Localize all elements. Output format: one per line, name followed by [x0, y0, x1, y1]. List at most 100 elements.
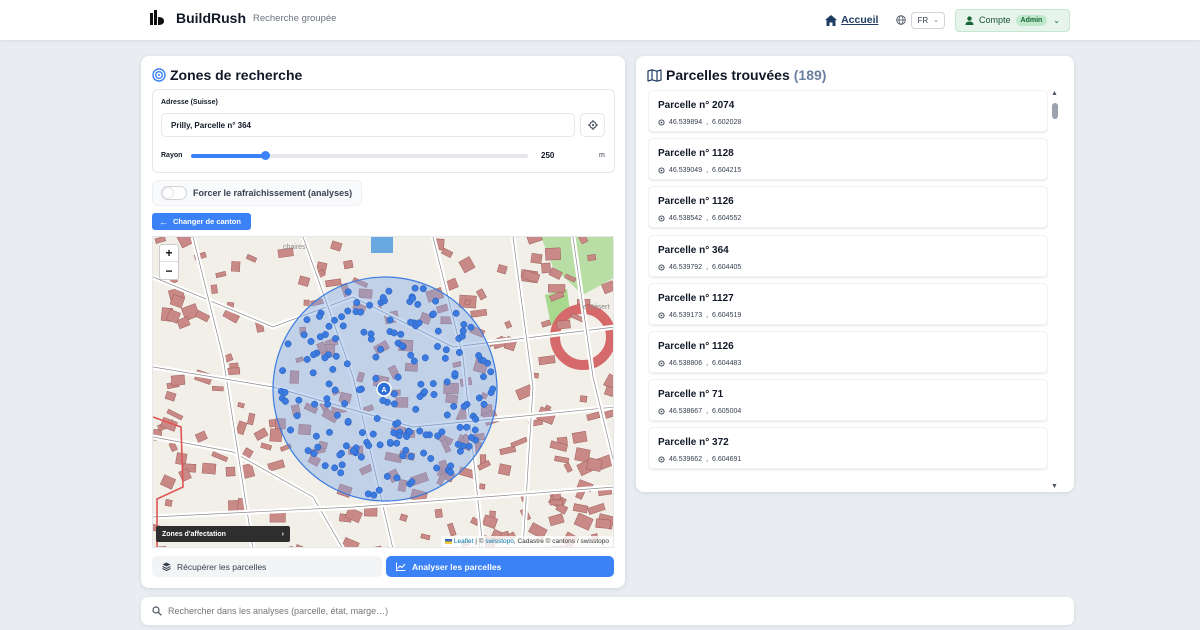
parcel-marker[interactable] — [397, 330, 405, 338]
parcel-marker[interactable] — [419, 285, 427, 293]
parcel-marker[interactable] — [344, 288, 352, 296]
parcel-marker[interactable] — [398, 342, 406, 350]
parcel-marker[interactable] — [303, 355, 311, 363]
parcel-card[interactable]: Parcelle n° 1128 46.539049, 6.604215 — [648, 138, 1048, 181]
parcel-marker[interactable] — [399, 452, 407, 460]
parcel-marker[interactable] — [480, 400, 488, 408]
parcel-marker[interactable] — [331, 316, 338, 324]
analyses-search-input[interactable] — [168, 606, 1048, 616]
leaflet-link[interactable]: Leaflet — [454, 538, 474, 545]
parcel-marker[interactable] — [420, 449, 428, 457]
parcel-marker[interactable] — [344, 307, 352, 315]
parcel-marker[interactable] — [372, 375, 380, 382]
parcel-marker[interactable] — [467, 434, 475, 441]
parcel-marker[interactable] — [365, 442, 373, 449]
parcel-marker[interactable] — [332, 352, 340, 360]
parcel-marker[interactable] — [383, 472, 391, 480]
parcel-marker[interactable] — [467, 323, 475, 331]
parcel-marker[interactable] — [429, 380, 437, 388]
parcel-marker[interactable] — [394, 419, 402, 427]
parcel-marker[interactable] — [416, 427, 424, 435]
parcel-marker[interactable] — [407, 351, 415, 359]
parcel-card[interactable]: Parcelle n° 2074 46.539894, 6.602028 — [648, 90, 1048, 132]
map-canvas[interactable]: A chaires e Désert — [153, 237, 614, 548]
parcel-marker[interactable] — [357, 453, 365, 461]
parcel-marker[interactable] — [377, 345, 385, 353]
parcel-marker[interactable] — [325, 380, 333, 388]
parcel-marker[interactable] — [434, 343, 441, 350]
parcel-marker[interactable] — [376, 441, 384, 449]
parcel-marker[interactable] — [442, 346, 450, 354]
parcel-marker[interactable] — [357, 308, 365, 316]
parcel-marker[interactable] — [407, 453, 415, 460]
parcel-marker[interactable] — [393, 474, 401, 482]
account-button[interactable]: Compte Admin ⌄ — [955, 8, 1070, 32]
parcel-marker[interactable] — [321, 331, 329, 338]
map[interactable]: A chaires e Désert + − Zones d'affectati… — [152, 236, 614, 548]
parcel-marker[interactable] — [430, 391, 438, 398]
parcel-marker[interactable] — [403, 433, 411, 440]
parcel-marker[interactable] — [390, 390, 398, 398]
radius-slider[interactable] — [191, 151, 528, 160]
parcel-marker[interactable] — [434, 327, 442, 335]
swisstopo-link[interactable]: swisstopo — [485, 538, 514, 545]
parcel-marker[interactable] — [331, 464, 339, 472]
parcel-marker[interactable] — [316, 312, 323, 320]
parcel-marker[interactable] — [415, 319, 423, 327]
parcel-marker[interactable] — [417, 380, 425, 388]
parcel-marker[interactable] — [310, 450, 318, 457]
parcel-marker[interactable] — [411, 284, 419, 292]
language-select[interactable]: FR ⌄ — [911, 11, 945, 29]
parcel-marker[interactable] — [459, 327, 467, 335]
parcel-marker[interactable] — [355, 386, 363, 394]
parcel-marker[interactable] — [475, 352, 483, 359]
parcel-marker[interactable] — [326, 428, 333, 436]
parcel-marker[interactable] — [447, 462, 455, 470]
parcel-card[interactable]: Parcelle n° 1126 46.538806, 6.604483 — [648, 330, 1048, 373]
parcel-marker[interactable] — [309, 369, 317, 377]
change-canton-button[interactable]: ← Changer de canton — [152, 213, 251, 230]
parcel-marker[interactable] — [307, 338, 315, 345]
parcel-card[interactable]: Parcelle n° 71 46.538667, 6.605004 — [648, 379, 1048, 422]
parcel-marker[interactable] — [407, 318, 415, 326]
parcel-marker[interactable] — [353, 299, 361, 307]
parcel-marker[interactable] — [372, 353, 380, 361]
parcel-marker[interactable] — [336, 451, 344, 459]
parcel-marker[interactable] — [409, 294, 417, 302]
parcel-marker[interactable] — [390, 329, 398, 337]
locate-button[interactable] — [580, 113, 605, 137]
parcel-marker[interactable] — [281, 397, 289, 405]
fetch-parcels-button[interactable]: Récupérer les parcelles — [152, 556, 382, 577]
parcel-marker[interactable] — [447, 468, 455, 476]
parcel-marker[interactable] — [331, 386, 339, 394]
parcel-marker[interactable] — [300, 331, 308, 339]
parcel-list[interactable]: Parcelle n° 2074 46.539894, 6.602028 Parcel… — [648, 90, 1048, 485]
parcel-marker[interactable] — [303, 316, 311, 324]
parcel-marker[interactable] — [455, 349, 463, 356]
parcel-marker[interactable] — [287, 426, 294, 434]
parcel-marker[interactable] — [454, 440, 462, 448]
parcel-marker[interactable] — [472, 415, 480, 423]
parcel-marker[interactable] — [321, 462, 329, 470]
home-link[interactable]: Accueil — [825, 14, 878, 26]
parcel-marker[interactable] — [311, 400, 319, 408]
scroll-down-icon[interactable]: ▼ — [1051, 483, 1058, 490]
parcel-marker[interactable] — [386, 438, 394, 446]
parcel-marker[interactable] — [370, 491, 378, 499]
parcel-marker[interactable] — [460, 402, 468, 410]
address-input[interactable]: Prilly, Parcelle n° 364 — [161, 113, 575, 137]
parcel-marker[interactable] — [393, 439, 401, 447]
parcel-marker[interactable] — [489, 385, 497, 393]
parcel-marker[interactable] — [412, 405, 420, 413]
parcel-marker[interactable] — [284, 340, 292, 348]
parcel-marker[interactable] — [452, 309, 460, 317]
parcel-marker[interactable] — [325, 322, 333, 330]
parcel-card[interactable]: Parcelle n° 364 46.539792, 6.604405 — [648, 234, 1048, 277]
parcel-marker[interactable] — [421, 354, 429, 362]
parcel-marker[interactable] — [390, 400, 398, 408]
zoom-out-button[interactable]: − — [160, 262, 178, 279]
parcel-marker[interactable] — [337, 469, 345, 477]
parcel-marker[interactable] — [339, 322, 347, 330]
parcel-marker[interactable] — [279, 367, 287, 375]
brand[interactable]: BuildRush Recherche groupée — [148, 9, 336, 27]
